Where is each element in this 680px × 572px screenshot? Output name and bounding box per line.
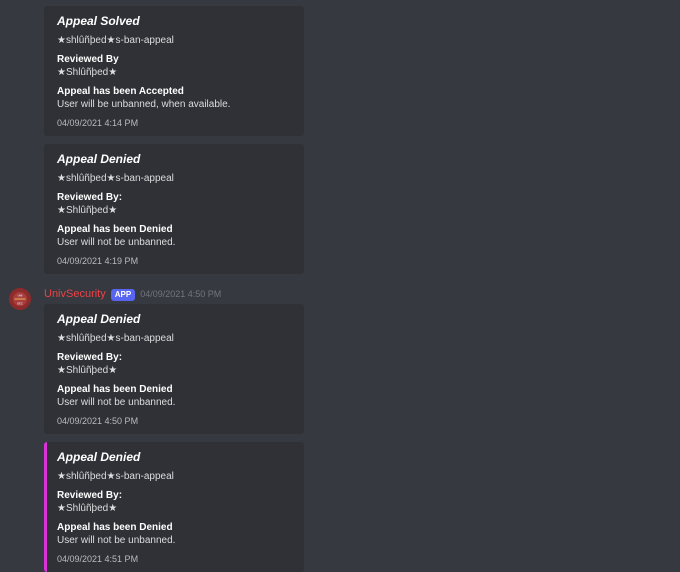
embed-footer-timestamp: 04/09/2021 4:19 PM [57, 256, 292, 266]
embed-description: ★shlûñþed★s-ban-appeal [57, 470, 292, 484]
embed-body: Appeal Denied ★shlûñþed★s-ban-appeal Rev… [47, 144, 304, 274]
embed-field-value: ★Shlûñþed★ [57, 364, 292, 378]
svg-text:SEC: SEC [17, 302, 23, 306]
message: Appeal Denied ★shlûñþed★s-ban-appeal Rev… [0, 144, 680, 274]
embed-field-value: User will not be unbanned. [57, 236, 292, 250]
message: Appeal Solved ★shlûñþed★s-ban-appeal Rev… [0, 6, 680, 136]
embed-footer-timestamp: 04/09/2021 4:50 PM [57, 416, 292, 426]
message: UNI SEC UnivSecurity APP 04/09/2021 4:50… [0, 286, 680, 434]
embed-field-name: Reviewed By: [57, 352, 292, 363]
embed-footer-timestamp: 04/09/2021 4:14 PM [57, 118, 292, 128]
message: Appeal Denied ★shlûñþed★s-ban-appeal Rev… [0, 442, 680, 572]
embed-description: ★shlûñþed★s-ban-appeal [57, 332, 292, 346]
embed-field-value: ★Shlûñþed★ [57, 502, 292, 516]
embed-field-name: Reviewed By [57, 54, 292, 65]
avatar[interactable]: UNI SEC [9, 288, 31, 310]
embed-field-value: User will not be unbanned. [57, 396, 292, 410]
message-header: UnivSecurity APP 04/09/2021 4:50 PM [44, 288, 680, 301]
message-timestamp: 04/09/2021 4:50 PM [140, 289, 221, 299]
embed: Appeal Denied ★shlûñþed★s-ban-appeal Rev… [44, 442, 304, 572]
embed-field-value: User will be unbanned, when available. [57, 98, 292, 112]
embed-description: ★shlûñþed★s-ban-appeal [57, 172, 292, 186]
embed-footer-timestamp: 04/09/2021 4:51 PM [57, 554, 292, 564]
embed-field-name: Reviewed By: [57, 192, 292, 203]
embed-field-name: Appeal has been Denied [57, 522, 292, 533]
embed-field-value: ★Shlûñþed★ [57, 204, 292, 218]
app-badge: APP [111, 289, 135, 301]
embed: Appeal Denied ★shlûñþed★s-ban-appeal Rev… [44, 144, 304, 274]
embed-field-value: ★Shlûñþed★ [57, 66, 292, 80]
embed-body: Appeal Denied ★shlûñþed★s-ban-appeal Rev… [47, 304, 304, 434]
embed-body: Appeal Solved ★shlûñþed★s-ban-appeal Rev… [47, 6, 304, 136]
username[interactable]: UnivSecurity [44, 288, 106, 300]
embed-body: Appeal Denied ★shlûñþed★s-ban-appeal Rev… [47, 442, 304, 572]
embed-title: Appeal Denied [57, 152, 292, 166]
embed-title: Appeal Denied [57, 312, 292, 326]
svg-text:UNI: UNI [18, 293, 23, 297]
embed-field-name: Appeal has been Denied [57, 384, 292, 395]
embed-title: Appeal Denied [57, 450, 292, 464]
embed-description: ★shlûñþed★s-ban-appeal [57, 34, 292, 48]
embed-title: Appeal Solved [57, 14, 292, 28]
embed-field-name: Appeal has been Denied [57, 224, 292, 235]
embed-field-name: Reviewed By: [57, 490, 292, 501]
embed-field-name: Appeal has been Accepted [57, 86, 292, 97]
embed-field-value: User will not be unbanned. [57, 534, 292, 548]
embed: Appeal Denied ★shlûñþed★s-ban-appeal Rev… [44, 304, 304, 434]
embed: Appeal Solved ★shlûñþed★s-ban-appeal Rev… [44, 6, 304, 136]
